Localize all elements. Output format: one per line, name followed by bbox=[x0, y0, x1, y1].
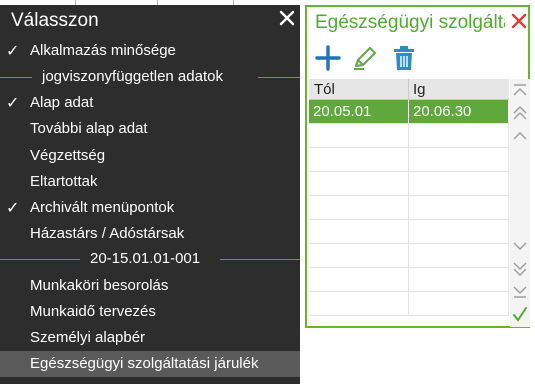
menu-panel: Válasszon ✓ Alkalmazás minősége jogviszo… bbox=[0, 5, 300, 384]
table-header: Tól Ig bbox=[309, 79, 509, 100]
menu-item-label: Archivált menüpontok bbox=[30, 199, 175, 216]
trash-icon[interactable] bbox=[389, 43, 419, 73]
menu-item-hazastars[interactable]: Házastárs / Adóstársak bbox=[0, 221, 300, 247]
menu-item-label: Végzettség bbox=[30, 147, 106, 164]
dialog-toolbar bbox=[309, 40, 519, 78]
close-icon[interactable] bbox=[510, 11, 528, 31]
menu-item-label: Alap adat bbox=[30, 94, 94, 111]
page-up-icon[interactable] bbox=[510, 103, 530, 125]
table-row-empty[interactable] bbox=[309, 244, 509, 268]
menu-item-label: Munkaköri besorolás bbox=[30, 277, 169, 294]
table-row-empty[interactable] bbox=[309, 172, 509, 196]
menu-item-label: Eltartottak bbox=[30, 173, 98, 190]
scroll-top-icon[interactable] bbox=[510, 81, 530, 103]
table-scrollbar[interactable] bbox=[510, 79, 530, 327]
table-row-empty[interactable] bbox=[309, 148, 509, 172]
menu-item-label: További alap adat bbox=[30, 120, 148, 137]
menu-separator-jogviszony: jogviszonyfüggetlen adatok bbox=[0, 65, 300, 89]
date-table: Tól Ig 20.05.01 20.06.30 bbox=[309, 79, 509, 327]
menu-item-egeszsegugyi[interactable]: Egészségügyi szolgáltatási járulék bbox=[0, 351, 300, 377]
menu-item-label: Alkalmazás minősége bbox=[30, 42, 176, 59]
page-down-icon[interactable] bbox=[510, 257, 530, 279]
menu-item-label: Munkaidő tervezés bbox=[30, 303, 156, 320]
menu-item-tovabbi-alap-adat[interactable]: További alap adat bbox=[0, 116, 300, 142]
cell-from: 20.05.01 bbox=[309, 100, 409, 123]
menu-item-alap-adat[interactable]: ✓ Alap adat bbox=[0, 90, 300, 116]
dialog-panel: Egészségügyi szolgáltatási járulék Tól I… bbox=[305, 5, 530, 328]
menu-separator-code: 20-15.01.01-001 bbox=[0, 247, 300, 271]
confirm-check-icon[interactable] bbox=[510, 303, 530, 325]
check-icon: ✓ bbox=[6, 95, 20, 112]
scroll-bottom-icon[interactable] bbox=[510, 279, 530, 301]
table-row-empty[interactable] bbox=[309, 268, 509, 292]
menu-header: Válasszon bbox=[0, 5, 300, 35]
scroll-up-icon[interactable] bbox=[510, 125, 530, 147]
dialog-title: Egészségügyi szolgáltatási járulék bbox=[315, 12, 505, 33]
table-row-empty[interactable] bbox=[309, 292, 509, 316]
table-row-empty[interactable] bbox=[309, 220, 509, 244]
column-header-to[interactable]: Ig bbox=[413, 81, 426, 98]
check-icon: ✓ bbox=[6, 200, 20, 217]
close-icon[interactable] bbox=[276, 7, 298, 29]
menu-item-vegzettseg[interactable]: Végzettség bbox=[0, 143, 300, 169]
separator-label: 20-15.01.01-001 bbox=[90, 250, 201, 267]
separator-label: jogviszonyfüggetlen adatok bbox=[42, 68, 223, 85]
menu-item-alkalmazas-minosege[interactable]: ✓ Alkalmazás minősége bbox=[0, 38, 300, 64]
menu-title: Válasszon bbox=[11, 10, 99, 31]
menu-item-munkaido-tervezes[interactable]: Munkaidő tervezés bbox=[0, 299, 300, 325]
table-row[interactable]: 20.05.01 20.06.30 bbox=[309, 100, 509, 124]
menu-item-munkakori-besorolas[interactable]: Munkaköri besorolás bbox=[0, 273, 300, 299]
menu-item-label: Házastárs / Adóstársak bbox=[30, 225, 185, 242]
menu-item-eltartottak[interactable]: Eltartottak bbox=[0, 169, 300, 195]
menu-item-label: Egészségügyi szolgáltatási járulék bbox=[30, 355, 259, 372]
scroll-down-icon[interactable] bbox=[510, 235, 530, 257]
table-row-empty[interactable] bbox=[309, 196, 509, 220]
menu-item-archivalt-menupontok[interactable]: ✓ Archivált menüpontok bbox=[0, 195, 300, 221]
cell-to: 20.06.30 bbox=[409, 100, 509, 123]
pencil-icon[interactable] bbox=[350, 43, 380, 73]
plus-icon[interactable] bbox=[313, 43, 343, 73]
menu-item-szemelyi-alapber[interactable]: Személyi alapbér bbox=[0, 325, 300, 351]
menu-item-label: Személyi alapbér bbox=[30, 329, 146, 346]
column-header-from[interactable]: Tól bbox=[314, 81, 335, 98]
check-icon: ✓ bbox=[6, 43, 20, 60]
table-row-empty[interactable] bbox=[309, 124, 509, 148]
